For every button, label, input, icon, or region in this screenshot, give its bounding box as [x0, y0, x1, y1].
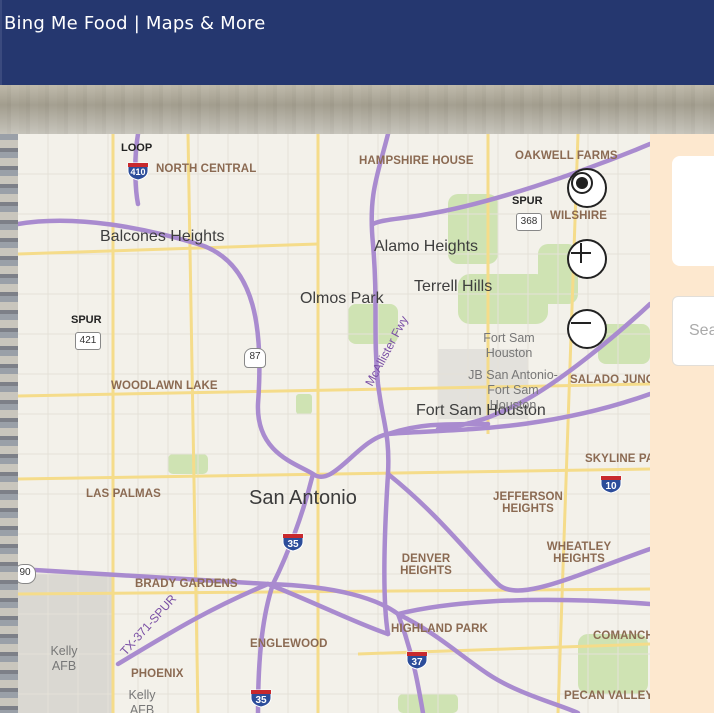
nbh-label: BRADY GARDENS: [135, 578, 238, 590]
interstate-35-south-number: 35: [255, 695, 267, 706]
zoom-in-button[interactable]: [567, 239, 607, 279]
nbh-label: HIGHLAND PARK: [391, 623, 488, 635]
left-edge-strip: [0, 134, 18, 713]
nbh-label: WILSHIRE: [550, 210, 608, 222]
nbh-label: NORTH CENTRAL: [156, 163, 257, 175]
header-edge: [0, 0, 2, 85]
zoom-out-button[interactable]: [567, 309, 607, 349]
spur-368-shield: 368: [516, 213, 542, 231]
gray-label: Kelly AFB: [50, 644, 78, 673]
nbh-label: COMANCH: [593, 630, 650, 642]
spur-421-shield: 421: [75, 332, 101, 350]
plus-icon: [571, 243, 591, 263]
gray-label: Kelly AFB: [128, 688, 156, 713]
nbh-label: SKYLINE PA: [585, 453, 650, 465]
minus-icon: [571, 322, 591, 324]
nbh-label: SALADO JUNCTION: [570, 374, 650, 386]
area-label-olmos-park: Olmos Park: [300, 290, 384, 307]
gray-label: Fort Sam Houston: [483, 331, 535, 360]
spur-label: SPUR: [512, 195, 543, 207]
nbh-label: PHOENIX: [131, 668, 184, 680]
area-label-alamo-heights: Alamo Heights: [374, 238, 479, 255]
app-header: Bing Me Food | Maps & More: [0, 0, 714, 85]
info-card: [672, 156, 714, 266]
nbh-label: PECAN VALLEY: [564, 690, 650, 702]
nbh-label: DENVER HEIGHTS: [400, 553, 452, 577]
area-label-balcones-heights: Balcones Heights: [100, 228, 225, 245]
gray-label: JB San Antonio-Fort Sam Houston: [468, 368, 558, 412]
nbh-label: JEFFERSON HEIGHTS: [493, 491, 563, 515]
spur-label: SPUR: [71, 314, 102, 326]
nbh-label: HAMPSHIRE HOUSE: [359, 155, 474, 167]
loop-label: LOOP: [121, 142, 153, 154]
interstate-410-number: 410: [130, 167, 146, 177]
nbh-label: LAS PALMAS: [86, 488, 161, 500]
city-label: San Antonio: [249, 487, 357, 509]
area-label-terrell-hills: Terrell Hills: [414, 278, 493, 295]
map-view[interactable]: San Antonio Balcones Heights Alamo Heigh…: [18, 134, 650, 713]
nbh-label: WOODLAWN LAKE: [111, 380, 218, 392]
locate-icon: [571, 172, 593, 194]
nbh-label: WHEATLEY HEIGHTS: [546, 541, 612, 565]
app-title: Bing Me Food | Maps & More: [4, 13, 266, 34]
locate-button[interactable]: [567, 168, 607, 208]
us-87-shield: 87: [244, 348, 266, 368]
nbh-label: ENGLEWOOD: [250, 638, 328, 650]
route-90-shield: 90: [18, 564, 36, 584]
search-box[interactable]: [672, 296, 714, 366]
interstate-10-number: 10: [605, 481, 617, 492]
interstate-37-number: 37: [411, 657, 423, 668]
search-input[interactable]: [687, 321, 714, 341]
nbh-label: OAKWELL FARMS: [515, 150, 618, 162]
interstate-35-number: 35: [287, 539, 299, 550]
